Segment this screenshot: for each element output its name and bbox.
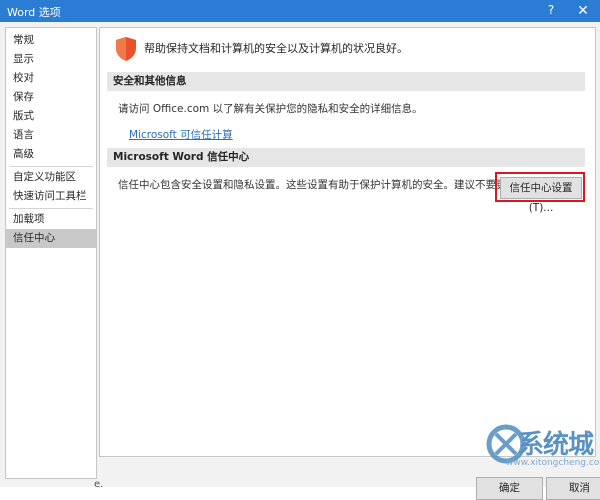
sidebar-item-customize-ribbon[interactable]: 自定义功能区 [6,168,96,187]
sidebar-item-language[interactable]: 语言 [6,126,96,145]
content-panel: 帮助保持文档和计算机的安全以及计算机的状况良好。 安全和其他信息 请访问 Off… [99,27,596,457]
sidebar-item-display[interactable]: 显示 [6,50,96,69]
stray-text: e. [94,479,104,490]
sidebar-item-advanced[interactable]: 高级 [6,145,96,164]
sidebar-item-layout[interactable]: 版式 [6,107,96,126]
sidebar: 常规 显示 校对 保存 版式 语言 高级 自定义功能区 快速访问工具栏 加载项 … [5,27,97,479]
sidebar-item-trust-center[interactable]: 信任中心 [6,229,96,248]
page-headline: 帮助保持文档和计算机的安全以及计算机的状况良好。 [144,42,408,55]
close-button[interactable]: ✕ [574,2,592,20]
sidebar-item-general[interactable]: 常规 [6,31,96,50]
window-title: Word 选项 [7,6,61,19]
trustworthy-computing-link[interactable]: Microsoft 可信任计算 [129,127,233,142]
help-button[interactable]: ? [544,3,558,19]
trust-center-settings-button[interactable]: 信任中心设置(T)... [500,177,582,214]
title-bar: Word 选项 ? ✕ [0,0,600,22]
sidebar-item-proofing[interactable]: 校对 [6,69,96,88]
sidebar-divider [9,208,93,209]
watermark-text: 系统城 [518,430,594,460]
sidebar-item-save[interactable]: 保存 [6,88,96,107]
sidebar-divider [9,166,93,167]
section-heading-security: 安全和其他信息 [107,72,585,91]
section-heading-trust-center: Microsoft Word 信任中心 [107,148,585,167]
watermark-url: www.xitongcheng.com [506,458,600,468]
sidebar-item-quick-access-toolbar[interactable]: 快速访问工具栏 [6,187,96,206]
shield-icon [116,37,136,61]
sidebar-item-add-ins[interactable]: 加载项 [6,210,96,229]
security-description: 请访问 Office.com 以了解有关保护您的隐私和安全的详细信息。 [118,103,423,115]
